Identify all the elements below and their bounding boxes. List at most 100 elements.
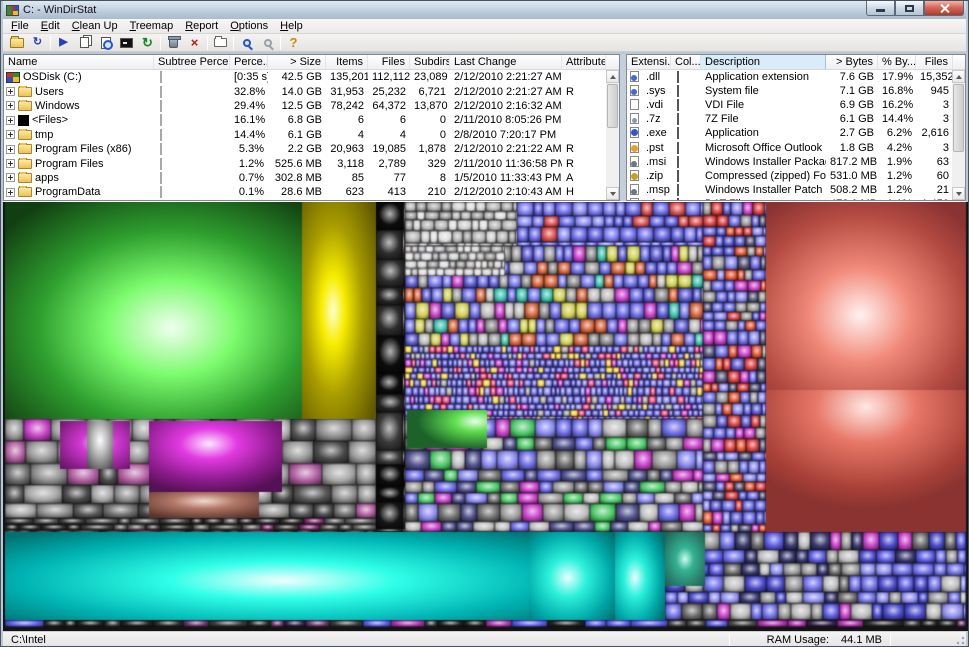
zip-file-icon — [629, 169, 641, 182]
ext-cell-color — [671, 197, 701, 200]
tree-row[interactable]: <Files> 16.1% 6.8 GB 6 6 0 2/11/2010 8:05:26 P… — [4, 113, 619, 127]
tree-row[interactable]: OSDisk (C:) [0:35 s] 42.5 GB 135,201 112,112… — [4, 70, 619, 84]
ext-col-header-ext[interactable]: Extensi... — [627, 55, 671, 69]
tree-row[interactable]: Windows 29.4% 12.5 GB 78,242 64,372 13,870 2/1… — [4, 99, 619, 113]
scroll-thumb[interactable] — [607, 84, 618, 128]
tree-cell-bar — [154, 85, 230, 98]
page-file-icon — [629, 99, 641, 111]
expand-icon[interactable] — [6, 130, 15, 140]
tree-row[interactable]: Users 32.8% 14.0 GB 31,953 25,232 6,721 2/12/2… — [4, 84, 619, 98]
extension-row[interactable]: .pst Microsoft Office Outlook Pe... 1.8 GB… — [627, 140, 965, 154]
color-swatch — [677, 197, 679, 200]
tree-col-header-size[interactable]: > Size — [268, 55, 326, 69]
expand-icon[interactable] — [6, 159, 15, 169]
extension-row[interactable]: .msi Windows Installer Package 817.2 MB 1.9… — [627, 155, 965, 169]
menu-item-report[interactable]: Report — [179, 19, 224, 34]
tree-scrollbar[interactable] — [606, 70, 619, 200]
subtree-percentage-bar — [160, 99, 162, 112]
tree-col-header-items[interactable]: Items — [326, 55, 368, 69]
tree-row[interactable]: tmp 14.4% 6.1 GB 4 4 0 2/8/2010 7:20:17 PM — [4, 128, 619, 142]
maximize-button[interactable] — [895, 1, 924, 16]
treemap-select-button[interactable] — [210, 34, 231, 51]
expand-icon[interactable] — [6, 144, 15, 154]
scroll-up-icon[interactable] — [606, 70, 619, 83]
tree-col-header-name[interactable]: Name — [4, 55, 154, 69]
tree-col-header-files[interactable]: Files — [368, 55, 410, 69]
zoom-out-button[interactable] — [257, 34, 278, 51]
scroll-thumb[interactable] — [953, 84, 964, 152]
extension-row[interactable]: .zip Compressed (zipped) Folder 531.0 MB 1.… — [627, 169, 965, 183]
extension-row[interactable]: .msp Windows Installer Patch 508.2 MB 1.2% 2… — [627, 183, 965, 197]
menu-item-edit[interactable]: Edit — [35, 19, 66, 34]
color-swatch — [677, 183, 679, 196]
scroll-down-icon[interactable] — [952, 187, 965, 200]
tree-row[interactable]: Program Files 1.2% 525.6 MB 3,118 2,789 329 2/… — [4, 156, 619, 170]
extension-row[interactable]: .sys System file 7.1 GB 16.8% 945 — [627, 84, 965, 98]
open-button[interactable] — [6, 34, 27, 51]
tree-row[interactable]: apps 0.7% 302.8 MB 85 77 8 1/5/2010 11:33:43 P… — [4, 171, 619, 185]
color-swatch — [677, 85, 679, 98]
resume-button[interactable]: ▶ — [53, 34, 74, 51]
command-prompt-button[interactable] — [116, 34, 137, 51]
tree-col-header-attr[interactable]: Attributes — [562, 55, 606, 69]
expand-icon[interactable] — [6, 187, 15, 197]
help-button[interactable]: ? — [283, 34, 304, 51]
tree-cell-changed: 2/12/2010 2:21:27 AM — [454, 71, 562, 84]
ext-col-header-files[interactable]: Files — [916, 55, 953, 69]
tree-cell-subdirs: 0 — [439, 128, 446, 141]
expand-icon[interactable] — [6, 115, 15, 125]
copy-path-button[interactable] — [74, 34, 95, 51]
menu-item-clean-up[interactable]: Clean Up — [66, 19, 124, 34]
extension-row[interactable]: .vdi VDI File 6.9 GB 16.2% 3 — [627, 98, 965, 112]
ext-col-header-color[interactable]: Col... — [671, 55, 701, 69]
treemap-canvas[interactable] — [3, 202, 968, 631]
menu-item-treemap[interactable]: Treemap — [124, 19, 180, 34]
ext-cell-color — [671, 169, 701, 182]
ext-cell-color — [671, 183, 701, 196]
extension-row[interactable]: .dat DAT File472.0 MB1.1%1,450 — [627, 197, 965, 200]
menu-item-options[interactable]: Options — [224, 19, 274, 34]
ext-cell-ext: .msp — [627, 183, 671, 196]
tree-cell-bar — [154, 186, 230, 199]
minimize-button[interactable] — [866, 1, 895, 16]
scroll-up-icon[interactable] — [952, 70, 965, 83]
extension-row[interactable]: .dll Application extension 7.6 GB 17.9% 15,3… — [627, 70, 965, 84]
tree-cell-attr: R — [566, 157, 574, 170]
tree-col-header-subdirs[interactable]: Subdirs — [410, 55, 450, 69]
tree-col-header-changed[interactable]: Last Change — [450, 55, 562, 69]
close-button[interactable] — [924, 1, 964, 16]
extension-row[interactable]: .7z 7Z File 6.1 GB 14.4% 3 — [627, 112, 965, 126]
tree-col-header-pct[interactable]: Perce... — [230, 55, 268, 69]
help-icon: ? — [289, 35, 298, 50]
ext-col-header-desc[interactable]: Description — [701, 55, 826, 69]
explorer-here-button[interactable] — [95, 34, 116, 51]
tree-row[interactable]: ProgramData 0.1% 28.6 MB 623 413 210 2/12/2010… — [4, 185, 619, 199]
expand-icon[interactable] — [6, 101, 15, 111]
menu-item-help[interactable]: Help — [274, 19, 309, 34]
zoom-in-button[interactable] — [236, 34, 257, 51]
expand-icon[interactable] — [6, 173, 15, 183]
scroll-down-icon[interactable] — [606, 187, 619, 200]
extension-row[interactable]: .exe Application 2.7 GB 6.2% 2,616 — [627, 126, 965, 140]
resize-grip[interactable] — [953, 635, 966, 646]
refresh-all-button[interactable]: ↻ — [27, 34, 48, 51]
extensions-scrollbar[interactable] — [952, 70, 965, 200]
ext-col-header-pct[interactable]: % By... — [878, 55, 916, 69]
tree-cell-name: tmp — [4, 128, 154, 141]
tree-row[interactable]: Program Files (x86) 5.3% 2.2 GB 20,963 19,08… — [4, 142, 619, 156]
ext-cell-color — [671, 141, 701, 154]
ext-cell-pct: 16.2% — [882, 99, 914, 112]
treemap-view[interactable] — [3, 201, 968, 631]
tree-cell-changed: 2/8/2010 7:20:17 PM — [454, 128, 557, 141]
ram-usage-value: 44.1 MB — [841, 634, 882, 646]
refresh-selected-button[interactable]: ↻ — [137, 34, 158, 51]
delete-button[interactable]: × — [184, 34, 205, 51]
menu-item-file[interactable]: File — [5, 19, 35, 34]
expand-icon[interactable] — [6, 87, 15, 97]
title-bar[interactable]: C: - WinDirStat — [3, 1, 966, 19]
ext-col-header-bytes[interactable]: > Bytes — [826, 55, 878, 69]
ext-cell-bytes: 1.8 GB — [839, 141, 874, 154]
cleanup-button[interactable] — [163, 34, 184, 51]
toolbar-separator — [233, 35, 234, 50]
tree-col-header-bar[interactable]: Subtree Percent... — [154, 55, 230, 69]
